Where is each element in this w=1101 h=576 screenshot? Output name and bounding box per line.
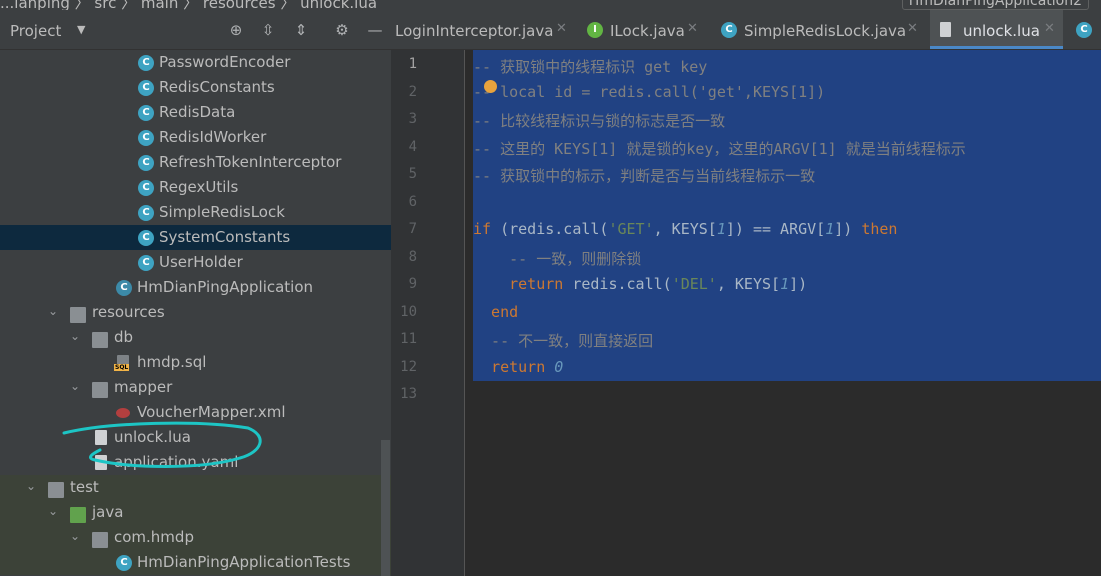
close-icon[interactable]: ✕ — [907, 21, 918, 36]
code-line: -- 一致，则删除锁 — [473, 250, 642, 268]
code-line: -- local id = redis.call('get',KEYS[1]) — [473, 83, 826, 101]
code-line: return redis.call('DEL', KEYS[1]) — [509, 275, 808, 293]
code-editor[interactable]: -- 获取锁中的线程标识 get key -- local id = redis… — [465, 50, 1101, 576]
tab-overflow[interactable]: C — [1073, 10, 1101, 49]
class-icon: C — [721, 22, 737, 38]
line-number: 8 — [408, 249, 417, 265]
close-icon[interactable]: ✕ — [556, 21, 567, 36]
collapse-all-icon[interactable]: ⇕ — [292, 21, 310, 39]
breadcrumb[interactable]: ...ianping 〉 src 〉 main 〉 resources 〉 un… — [0, 0, 377, 10]
line-number: 4 — [408, 139, 417, 155]
close-icon[interactable]: ✕ — [687, 21, 698, 36]
line-number: 10 — [400, 304, 417, 320]
line-number: 1 — [408, 56, 417, 72]
close-icon[interactable]: ✕ — [1044, 21, 1055, 36]
run-config-selector[interactable]: HmDianPingApplication2 — [901, 0, 1089, 10]
breadcrumb-bar: ...ianping 〉 src 〉 main 〉 resources 〉 un… — [0, 0, 1101, 10]
line-number: 9 — [408, 276, 417, 292]
line-number: 11 — [400, 331, 417, 347]
line-number: 3 — [408, 111, 417, 127]
interface-icon: I — [587, 22, 603, 38]
code-line: -- 获取锁中的线程标识 get key — [473, 58, 708, 76]
file-icon — [940, 22, 951, 37]
hand-drawn-annotation — [62, 421, 262, 468]
code-line: -- 这里的 KEYS[1] 就是锁的key，这里的ARGV[1] 就是当前线程… — [473, 140, 966, 158]
lightbulb-icon[interactable] — [484, 80, 497, 93]
tab-ilock[interactable]: I ILock.java ✕ — [579, 10, 706, 49]
line-number: 13 — [400, 386, 417, 402]
line-number: 7 — [408, 221, 417, 237]
code-line: end — [473, 303, 519, 321]
line-number: 5 — [408, 166, 417, 182]
line-number: 12 — [400, 359, 417, 375]
tab-logininterceptor[interactable]: LoginInterceptor.java ✕ — [391, 10, 577, 49]
tab-unlock-lua[interactable]: unlock.lua ✕ — [930, 10, 1063, 49]
chevron-down-icon[interactable]: ▼ — [77, 23, 85, 36]
code-line: if (redis.call('GET', KEYS[1]) == ARGV[1… — [473, 220, 898, 238]
code-line: -- 不一致，则直接返回 — [473, 332, 654, 350]
project-tree: C PasswordEncoder C RedisConstants C Red… — [0, 50, 391, 576]
expand-all-icon[interactable]: ⇳ — [259, 21, 277, 39]
code-line: -- 获取锁中的标示，判断是否与当前线程标示一致 — [473, 167, 816, 185]
code-line: -- 比较线程标识与锁的标志是否一致 — [473, 112, 726, 130]
line-number-gutter: 1 2 3 4 5 6 7 8 9 10 11 12 13 — [391, 50, 465, 576]
gear-icon[interactable]: ⚙ — [333, 21, 351, 39]
tab-simpleredislock[interactable]: C SimpleRedisLock.java ✕ — [711, 10, 924, 49]
editor-tabs: LoginInterceptor.java ✕ I ILock.java ✕ C… — [391, 10, 1101, 50]
project-toolbar: Project ▼ ⊕ ⇳ ⇕ ⚙ — — [0, 10, 391, 50]
hide-icon[interactable]: — — [366, 21, 384, 39]
project-title[interactable]: Project — [10, 22, 61, 40]
line-number: 2 — [408, 84, 417, 100]
class-icon: C — [1076, 22, 1092, 38]
locate-icon[interactable]: ⊕ — [227, 21, 245, 39]
code-line: return 0 — [491, 358, 564, 376]
line-number: 6 — [408, 194, 417, 210]
